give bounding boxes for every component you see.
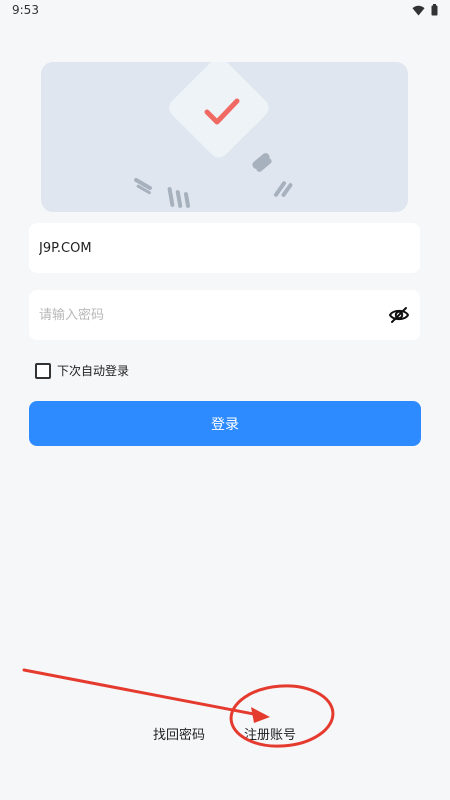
status-icons <box>412 4 438 16</box>
username-input[interactable] <box>39 223 369 273</box>
battery-icon <box>431 4 438 16</box>
status-time: 9:53 <box>12 3 39 17</box>
username-field[interactable] <box>29 223 420 273</box>
register-account-link[interactable]: 注册账号 <box>244 724 296 743</box>
password-field[interactable] <box>29 290 420 340</box>
forgot-password-link[interactable]: 找回密码 <box>153 724 205 743</box>
wifi-icon <box>412 5 425 15</box>
annotation-arrow <box>22 668 270 723</box>
auto-login-label: 下次自动登录 <box>57 364 130 378</box>
hero-illustration <box>41 62 408 212</box>
status-bar: 9:53 <box>0 0 450 22</box>
auto-login-row[interactable]: 下次自动登录 <box>35 362 129 379</box>
auto-login-checkbox[interactable] <box>35 362 51 379</box>
login-button[interactable]: 登录 <box>29 401 421 446</box>
eye-off-icon[interactable] <box>388 304 410 326</box>
password-input[interactable] <box>39 290 369 340</box>
security-illustration <box>134 62 293 208</box>
